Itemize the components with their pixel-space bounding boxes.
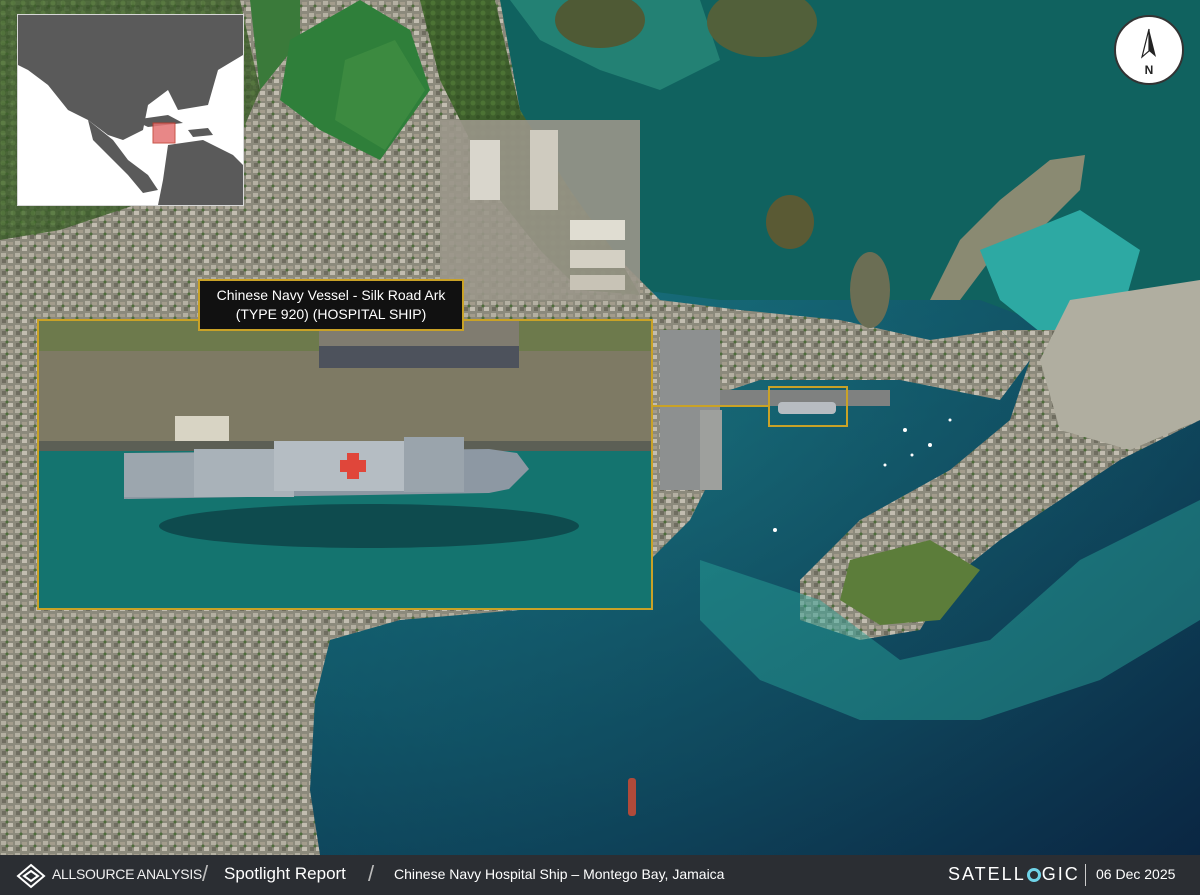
report-date: 06 Dec 2025 bbox=[1096, 866, 1176, 882]
north-label: N bbox=[1144, 63, 1154, 77]
satellite-image: Chinese Navy Vessel - Silk Road Ark (TYP… bbox=[0, 0, 1200, 855]
partner-logo-o-icon bbox=[1026, 868, 1041, 882]
org-name: ALLSOURCE ANALYSIS bbox=[52, 866, 202, 882]
zoom-detail-image bbox=[39, 321, 651, 608]
footer-separator bbox=[1085, 864, 1086, 886]
partner-logo-left: SATELL bbox=[948, 864, 1026, 884]
callout-leader-line bbox=[653, 405, 768, 407]
callout-line-2: (TYPE 920) (HOSPITAL SHIP) bbox=[235, 306, 427, 322]
allsource-logo-icon bbox=[16, 863, 46, 889]
north-arrow: N bbox=[1114, 15, 1184, 85]
locator-map bbox=[17, 14, 244, 206]
report-type: Spotlight Report bbox=[224, 864, 346, 883]
callout-line-1: Chinese Navy Vessel - Silk Road Ark bbox=[216, 287, 446, 303]
footer-bar: ALLSOURCE ANALYSIS / Spotlight Report / … bbox=[0, 855, 1200, 895]
divider-slash-icon: / bbox=[202, 861, 209, 886]
report-title: Chinese Navy Hospital Ship – Montego Bay… bbox=[394, 866, 725, 882]
callout-label: Chinese Navy Vessel - Silk Road Ark (TYP… bbox=[198, 279, 464, 331]
partner-logo-right: GIC bbox=[1041, 864, 1080, 884]
locator-map-graphic bbox=[18, 15, 243, 205]
partner-logo: SATELL GIC bbox=[948, 864, 1080, 885]
ship-target-box bbox=[768, 386, 848, 427]
zoom-detail-panel bbox=[37, 319, 653, 610]
divider-slash-icon: / bbox=[368, 861, 375, 886]
